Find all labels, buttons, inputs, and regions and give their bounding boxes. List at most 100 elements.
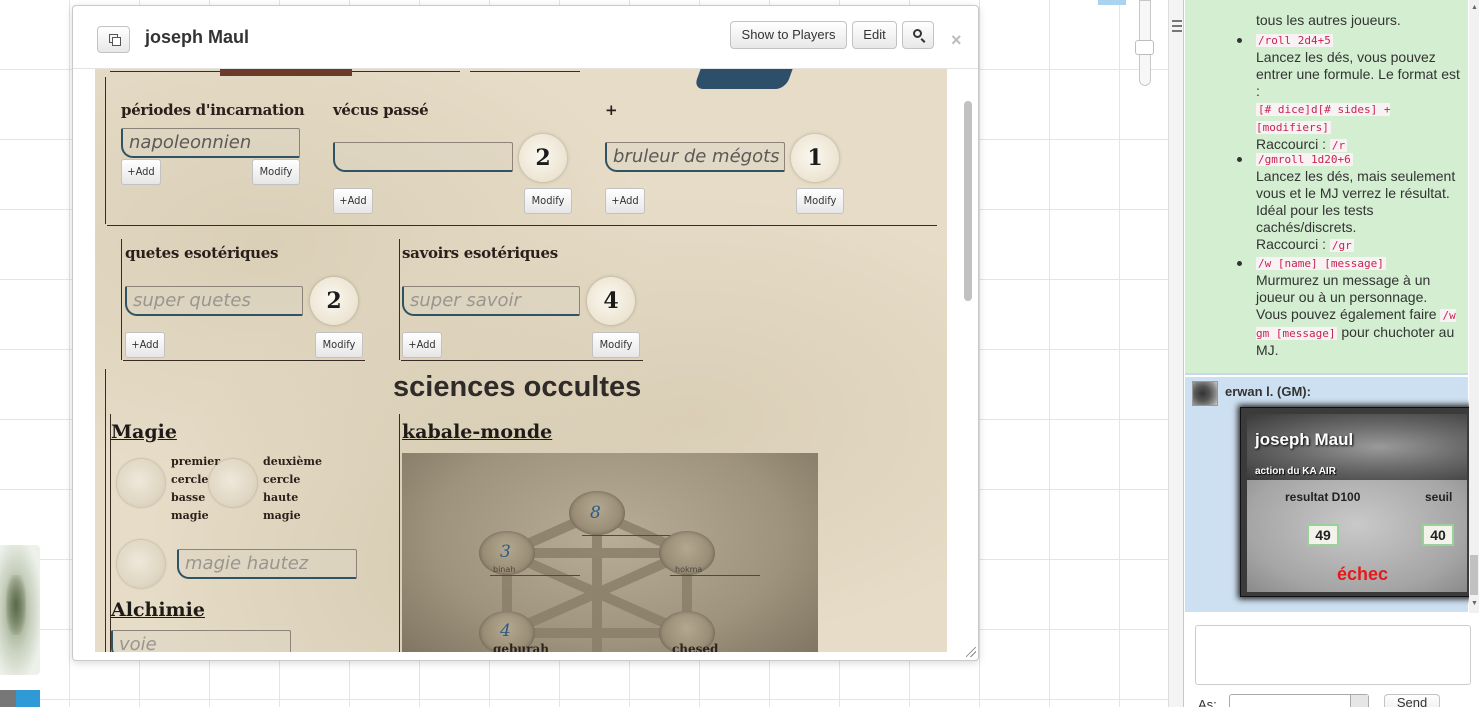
frame-line (399, 239, 400, 360)
chat-scrollbar-thumb[interactable] (1470, 555, 1478, 595)
vecus-field[interactable] (333, 142, 513, 172)
scroll-down-icon[interactable]: ▼ (1471, 600, 1478, 607)
savoirs-modify-button[interactable]: Modify (592, 332, 640, 358)
message-author: erwan l. (GM): (1225, 384, 1311, 399)
roll-card-header: joseph Maul action du KA AIR (1247, 414, 1467, 480)
roll-col-result-header: resultat D100 (1285, 490, 1361, 504)
label-line: haute (263, 491, 299, 504)
quetes-modify-button[interactable]: Modify (315, 332, 363, 358)
decor-line (470, 71, 580, 72)
help-text: Lancez les dés, mais seulement vous et l… (1256, 168, 1456, 235)
incarnation-field[interactable]: napoleonnien (121, 128, 300, 158)
kabale-paths (502, 508, 692, 652)
help-tail-text: tous les autres joueurs. (1256, 12, 1401, 28)
savoirs-circle[interactable]: 4 (587, 277, 635, 325)
roll-threshold-value[interactable]: 40 (1422, 524, 1454, 546)
extra-add-button[interactable]: +Add (605, 188, 645, 214)
help-item-gmroll: /gmroll 1d20+6 Lancez les dés, mais seul… (1256, 150, 1461, 254)
help-text: Lancez les dés, vous pouvez entrer une f… (1256, 49, 1460, 99)
extra-field[interactable]: bruleur de mégots (605, 142, 785, 172)
alchimie-voie-field[interactable]: voie (111, 630, 291, 652)
resize-handle[interactable] (966, 647, 976, 657)
incarnation-add-button[interactable]: +Add (121, 159, 161, 185)
kabale-node-number: 8 (590, 503, 601, 523)
dialog-header: joseph Maul Show to Players Edit × (73, 6, 978, 69)
vecus-modify-button[interactable]: Modify (524, 188, 572, 214)
frame-line (123, 360, 365, 361)
extra-circle[interactable]: 1 (791, 134, 839, 182)
command-code: /w [name] [message] (1256, 257, 1386, 270)
popout-button[interactable] (97, 26, 130, 53)
menu-icon[interactable] (1172, 20, 1182, 32)
bullet-icon (1237, 157, 1242, 162)
quetes-add-button[interactable]: +Add (125, 332, 165, 358)
chat-panel: tous les autres joueurs. /roll 2d4+5 Lan… (1184, 0, 1479, 707)
dialog-scrollbar[interactable] (964, 101, 972, 301)
frame-line (105, 369, 106, 652)
shortcut-label: Raccourci : (1256, 236, 1327, 252)
quetes-field[interactable]: super quetes (125, 286, 303, 316)
kabale-node-sub: binah (493, 565, 516, 574)
extra-modify-button[interactable]: Modify (796, 188, 844, 214)
label-line: cercle (263, 473, 301, 486)
zoom-slider-handle[interactable] (1135, 40, 1154, 55)
help-item-roll: /roll 2d4+5 Lancez les dés, vous pouvez … (1256, 31, 1461, 154)
character-sheet-dialog: joseph Maul Show to Players Edit × pério… (72, 5, 979, 661)
show-to-players-button[interactable]: Show to Players (730, 21, 847, 49)
extra-label: + (605, 101, 618, 119)
help-item-whisper: /w [name] [message] Murmurez un message … (1256, 254, 1461, 359)
magie-title: Magie (111, 421, 177, 443)
kabale-node-field[interactable] (670, 575, 760, 576)
kabale-node-field[interactable] (582, 535, 672, 536)
scroll-up-icon[interactable]: ▲ (1471, 4, 1478, 11)
incarnation-label: périodes d'incarnation (121, 101, 305, 119)
roll-result-value[interactable]: 49 (1307, 524, 1339, 546)
vecus-label: vécus passé (333, 101, 429, 119)
magie-haute-field[interactable]: magie hautez (177, 549, 357, 579)
vecus-circle[interactable]: 2 (519, 134, 567, 182)
search-icon (913, 29, 922, 38)
frame-line (105, 77, 106, 224)
label-line: magie (171, 509, 209, 522)
popout-icon (109, 34, 121, 46)
decor-ribbon (693, 69, 793, 89)
chevron-down-icon (1350, 695, 1368, 707)
character-sheet: périodes d'incarnation napoleonnien +Add… (95, 69, 947, 652)
edit-button[interactable]: Edit (852, 21, 897, 49)
incarnation-modify-button[interactable]: Modify (252, 159, 300, 185)
avatar (1192, 381, 1218, 406)
speaking-as-select[interactable] (1229, 694, 1369, 707)
sciences-title: sciences occultes (393, 371, 642, 403)
frame-line (399, 414, 400, 652)
search-button[interactable] (902, 21, 934, 49)
help-text: Murmurez un message à un joueur ou à un … (1256, 272, 1437, 322)
chat-input[interactable] (1195, 625, 1471, 685)
close-icon[interactable]: × (951, 30, 962, 51)
savoirs-field[interactable]: super savoir (402, 286, 580, 316)
kabale-node-number: 4 (500, 621, 511, 641)
format-code: [# dice]d[# sides] + [modifiers] (1256, 103, 1391, 134)
bullet-icon (1237, 261, 1242, 266)
label-line: magie (263, 509, 301, 522)
magie-second-circle-radio[interactable] (209, 459, 257, 507)
magie-second-circle-label: deuxième cercle haute magie (263, 453, 322, 525)
kabale-node-field[interactable] (490, 575, 580, 576)
command-code: /gmroll 1d20+6 (1256, 153, 1353, 166)
vecus-add-button[interactable]: +Add (333, 188, 373, 214)
kabale-node-word: chesed (672, 642, 719, 652)
frame-line (401, 360, 643, 361)
sidebar-divider[interactable] (1168, 0, 1184, 707)
send-button[interactable]: Send (1384, 694, 1440, 707)
roll-character-name: joseph Maul (1255, 430, 1354, 449)
canvas-top-tab (1098, 0, 1126, 5)
chat-help-message: tous les autres joueurs. /roll 2d4+5 Lan… (1185, 0, 1468, 375)
magie-haute-radio[interactable] (117, 540, 165, 588)
canvas-token-image[interactable] (0, 545, 40, 675)
magie-first-circle-radio[interactable] (117, 459, 165, 507)
roll-template-card: joseph Maul action du KA AIR resultat D1… (1240, 407, 1472, 597)
savoirs-add-button[interactable]: +Add (402, 332, 442, 358)
canvas-corner-blue[interactable] (16, 690, 40, 707)
chat-scrollbar-track[interactable] (1469, 0, 1479, 613)
quetes-circle[interactable]: 2 (310, 277, 358, 325)
quetes-label: quetes esotériques (125, 244, 279, 262)
